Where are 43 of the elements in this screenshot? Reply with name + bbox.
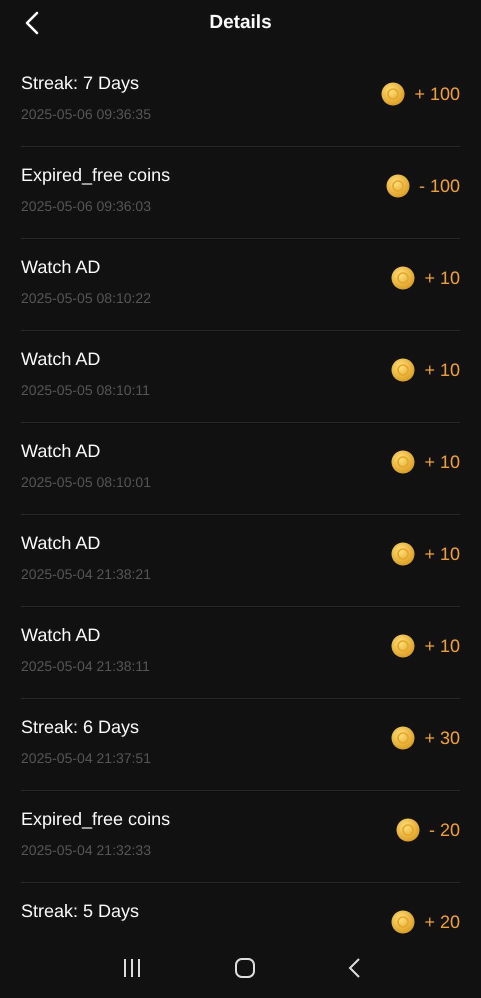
coin-icon: [391, 910, 416, 934]
coin-icon: [381, 82, 406, 106]
home-icon[interactable]: [234, 958, 254, 978]
record-title: Streak: 7 Days: [21, 72, 140, 94]
record-title: Expired_free coins: [21, 164, 170, 186]
record-time: 2025-05-06 09:36:35: [21, 106, 151, 122]
record-time: 2025-05-05 08:10:01: [21, 474, 151, 490]
record-time: 2025-05-04 21:32:33: [21, 842, 152, 858]
record-time: 2025-05-05 08:10:22: [21, 290, 151, 306]
coin-amount: + 20: [424, 912, 460, 932]
record-title: Watch AD: [21, 624, 102, 646]
record-time: 2025-05-04 21:38:21: [21, 566, 151, 582]
coin-amount: + 10: [424, 636, 460, 656]
record-title: Watch AD: [21, 440, 102, 462]
record-title: Watch AD: [21, 348, 102, 370]
recent-apps-icon[interactable]: [122, 958, 142, 978]
record-title: Expired_free coins: [21, 808, 170, 830]
coin-icon: [391, 266, 416, 290]
record-title: Streak: 5 Days: [21, 900, 140, 922]
coin-amount: - 20: [428, 820, 460, 840]
coin-amount: + 10: [424, 452, 460, 472]
coin-amount: + 10: [424, 268, 460, 288]
coin-icon: [391, 358, 416, 382]
record-title: Watch AD: [21, 256, 102, 278]
record-title: Watch AD: [21, 532, 102, 554]
record-time: 2025-05-06 09:36:03: [21, 198, 152, 214]
coin-amount: + 10: [424, 360, 460, 380]
record-title: Streak: 6 Days: [21, 716, 140, 738]
record-time: 2025-05-04 21:38:11: [21, 658, 150, 674]
record-time: 2025-05-04 21:37:51: [21, 750, 151, 766]
record-time: 2025-05-05 08:10:11: [21, 382, 150, 398]
coin-amount: + 10: [424, 544, 460, 564]
coin-icon: [391, 634, 416, 658]
coin-amount: - 100: [418, 176, 460, 196]
coin-icon: [391, 450, 416, 474]
coin-icon: [391, 726, 416, 750]
page-title: Details: [209, 12, 272, 34]
coin-amount: + 100: [414, 84, 460, 104]
coin-icon: [386, 174, 410, 198]
back-icon[interactable]: [348, 958, 360, 978]
coin-icon: [396, 818, 420, 842]
coin-icon: [391, 542, 416, 566]
coin-amount: + 30: [424, 728, 460, 748]
